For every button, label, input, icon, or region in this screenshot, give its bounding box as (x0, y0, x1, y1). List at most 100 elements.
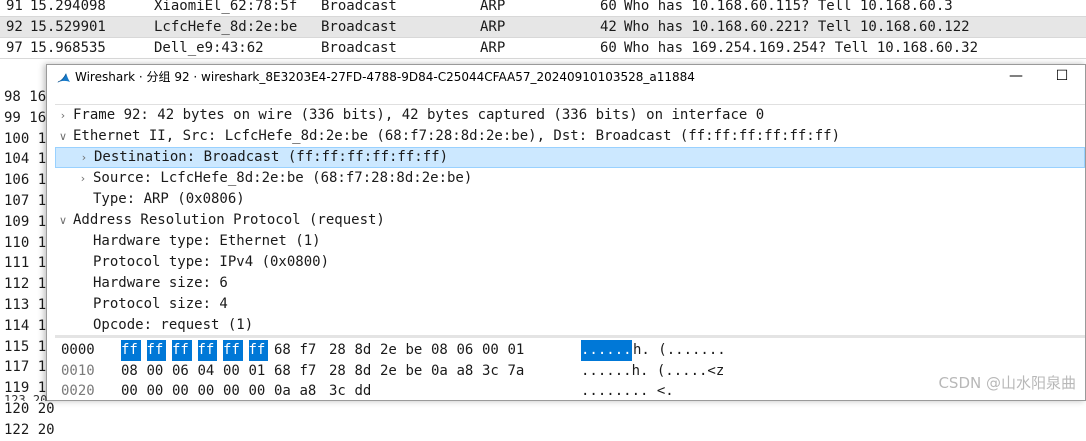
hex-byte[interactable]: 06 (172, 361, 189, 382)
hex-byte[interactable]: be (406, 340, 423, 361)
hex-row[interactable]: 0010 08 00 06 04 00 01 68 f7 28 8d 2e be 0a a8 3c 7a....… (55, 361, 1085, 382)
tree-node[interactable]: ∨ Ethernet II, Src: LcfcHefe_8d:2e:be (68… (55, 126, 1085, 147)
expanded-chevron-icon[interactable]: ∨ (57, 126, 69, 147)
tree-node[interactable]: › Source: LcfcHefe_8d:2e:be (68:f7:28:8d:… (55, 168, 1085, 189)
packet-cell-source: Dell_e9:43:62 (154, 40, 264, 56)
hex-byte[interactable]: 00 (147, 381, 164, 401)
hex-byte[interactable]: 2e (380, 361, 397, 382)
hex-byte[interactable]: 3c (329, 381, 346, 401)
packet-cell-length: 60 (600, 0, 617, 14)
hex-byte[interactable]: ff (172, 340, 192, 361)
expanded-chevron-icon[interactable]: ∨ (57, 210, 69, 231)
hex-row[interactable]: 0000 ff ff ff ff ff ff 68 f7 28 8d 2e be 08 06 00 01....… (55, 340, 1085, 361)
tree-node[interactable]: Opcode: request (1) (55, 315, 1085, 334)
packet-row[interactable]: 92 15.529901 LcfcHefe_8d:2e:be Broadcast ARP… (0, 17, 1086, 38)
tree-node-label: Hardware type: Ethernet (1) (93, 233, 321, 249)
tree-node-label: Destination: Broadcast (ff:ff:ff:ff:ff:f… (94, 149, 449, 165)
tree-node[interactable]: › Frame 92: 42 bytes on wire (336 bits), … (55, 105, 1085, 126)
packet-row[interactable]: 97 15.968535 Dell_e9:43:62 Broadcast ARP 60 Wh… (0, 38, 1086, 59)
hex-byte[interactable]: 00 (172, 381, 189, 401)
hex-byte[interactable]: 04 (198, 361, 215, 382)
hex-offset: 0010 (61, 362, 95, 379)
packet-cell-destination: Broadcast (321, 19, 397, 35)
packet-cell-no: 92 (6, 19, 23, 35)
hex-byte[interactable]: ff (248, 340, 269, 361)
tree-node-label: Frame 92: 42 bytes on wire (336 bits), 4… (73, 107, 765, 123)
hex-byte[interactable]: ff (146, 340, 167, 361)
hex-offset: 0000 (61, 342, 95, 358)
collapsed-chevron-icon[interactable]: › (78, 148, 90, 167)
hex-byte[interactable]: 00 (223, 361, 240, 382)
hex-byte[interactable]: 01 (508, 340, 525, 361)
tree-node[interactable]: › Destination: Broadcast (ff:ff:ff:ff:ff:… (55, 147, 1085, 168)
ascii-selected[interactable]: ...... (581, 340, 632, 361)
hex-row[interactable]: 0020 00 00 00 00 00 00 0a a8 3c dd ........ <. (55, 381, 1085, 401)
minimize-button[interactable]: — (993, 65, 1039, 89)
hex-byte[interactable]: 28 (329, 361, 346, 382)
watermark: CSDN @山水阳泉曲 (938, 374, 1076, 392)
collapsed-chevron-icon[interactable]: › (77, 168, 89, 189)
hex-byte[interactable]: be (406, 361, 423, 382)
pane-splitter[interactable] (55, 335, 1085, 338)
tree-node-label: Address Resolution Protocol (request) (73, 212, 385, 228)
tree-node[interactable]: Hardware type: Ethernet (1) (55, 231, 1085, 252)
packet-cell-time: 15.529901 (30, 19, 106, 35)
hex-byte[interactable]: 00 (249, 381, 266, 401)
hex-offset: 0020 (61, 383, 95, 399)
tree-node[interactable]: Type: ARP (0x0806) (55, 189, 1085, 210)
hex-byte[interactable]: a8 (300, 381, 317, 401)
packet-cell-source: XiaomiEl_62:78:5f (154, 0, 298, 14)
hex-byte[interactable]: 8d (355, 340, 372, 361)
maximize-button[interactable]: ☐ (1039, 65, 1085, 89)
hex-byte[interactable]: 08 (431, 340, 448, 361)
hex-byte[interactable]: 68 (274, 340, 291, 361)
tree-node[interactable]: ∨ Address Resolution Protocol (request) (55, 210, 1085, 231)
hex-byte[interactable]: ff (121, 340, 141, 361)
tree-node-label: Hardware size: 6 (93, 275, 228, 291)
packet-bytes-pane[interactable]: 0000 ff ff ff ff ff ff 68 f7 28 8d 2e be 08 06 00 01....… (55, 339, 1085, 401)
tree-node-label: Opcode: request (1) (93, 317, 254, 333)
hex-byte[interactable]: 8d (355, 361, 372, 382)
hex-byte[interactable]: ff (223, 340, 243, 361)
ascii-text[interactable]: ......h. (.....<z (581, 361, 724, 382)
hex-byte[interactable]: 28 (329, 340, 346, 361)
hex-byte[interactable]: 0a (274, 381, 291, 401)
hex-byte[interactable]: 3c (482, 361, 499, 382)
ascii-text[interactable]: h. (....... (633, 340, 726, 361)
tree-node-label: Protocol size: 4 (93, 296, 228, 312)
hex-byte[interactable]: 2e (380, 340, 397, 361)
packet-cell-destination: Broadcast (321, 0, 397, 14)
hex-byte[interactable]: 00 (147, 361, 164, 382)
tree-node[interactable]: Hardware size: 6 (55, 273, 1085, 294)
hex-byte[interactable]: 01 (249, 361, 266, 382)
hex-byte[interactable]: 00 (482, 340, 499, 361)
tree-node[interactable]: Protocol type: IPv4 (0x0800) (55, 252, 1085, 273)
collapsed-chevron-icon[interactable]: › (57, 105, 69, 126)
hex-byte[interactable]: 0a (431, 361, 448, 382)
hex-byte[interactable]: dd (355, 381, 372, 401)
packet-row[interactable]: 91 15.294098 XiaomiEl_62:78:5f Broadcast ARP… (0, 0, 1086, 17)
title-bar[interactable]: Wireshark · 分组 92 · wireshark_8E3203E4-2… (47, 65, 1085, 89)
packet-cell-protocol: ARP (480, 0, 506, 14)
tree-node-label: Protocol type: IPv4 (0x0800) (93, 254, 330, 270)
packet-cell-info: Who has 10.168.60.221? Tell 10.168.60.12… (624, 19, 970, 35)
packet-cell-protocol: ARP (480, 19, 506, 35)
hex-byte[interactable]: f7 (300, 361, 317, 382)
tree-node-label: Ethernet II, Src: LcfcHefe_8d:2e:be (68:… (73, 128, 841, 144)
window-title: Wireshark · 分组 92 · wireshark_8E3203E4-2… (75, 70, 695, 84)
packet-details-tree[interactable]: › Frame 92: 42 bytes on wire (336 bits), … (55, 104, 1085, 334)
hex-byte[interactable]: f7 (300, 340, 317, 361)
packet-cell-no: 97 (6, 40, 23, 56)
hex-byte[interactable]: 00 (198, 381, 215, 401)
hex-byte[interactable]: 00 (121, 381, 138, 401)
hex-byte[interactable]: 00 (223, 381, 240, 401)
ascii-text[interactable]: ........ <. (581, 381, 674, 401)
tree-node[interactable]: Protocol size: 4 (55, 294, 1085, 315)
hex-byte[interactable]: 08 (121, 361, 138, 382)
hex-byte[interactable]: 7a (508, 361, 525, 382)
hex-byte[interactable]: a8 (457, 361, 474, 382)
hex-byte[interactable]: 68 (274, 361, 291, 382)
hex-byte[interactable]: 06 (457, 340, 474, 361)
hex-byte[interactable]: ff (197, 340, 218, 361)
packet-cell-source: LcfcHefe_8d:2e:be (154, 19, 298, 35)
